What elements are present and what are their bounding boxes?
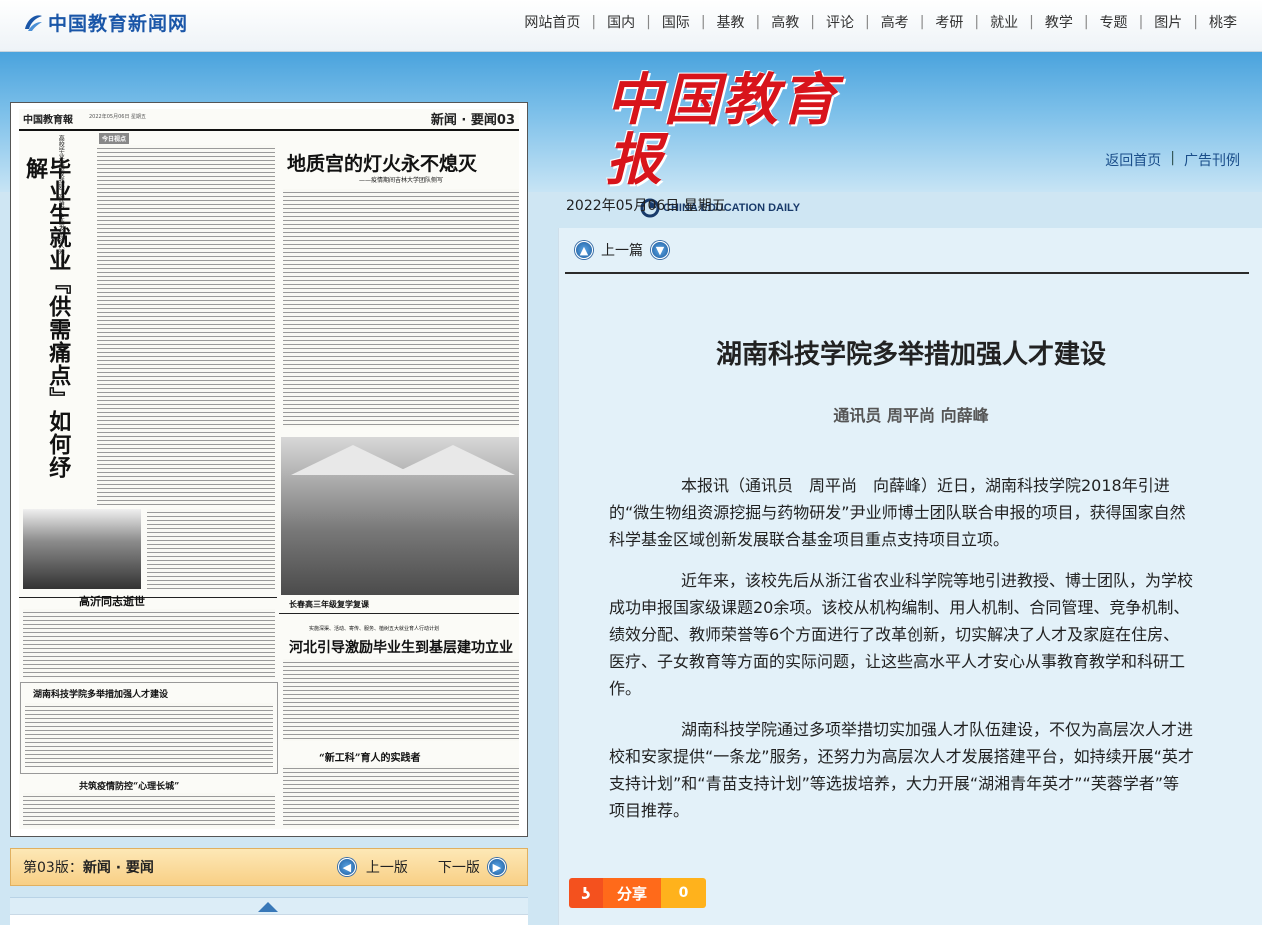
nav-taoli[interactable]: 桃李	[1198, 12, 1248, 32]
arrow-up-icon: ▲	[575, 241, 593, 259]
newspaper-page: 中国教育報 2022年05月06日 星期五 新闻 · 要闻03 高校毕业生感叹找…	[19, 109, 519, 829]
article-title: 湖南科技学院多举措加强人才建设	[715, 340, 1106, 370]
ad-rates-link[interactable]: 广告刊例	[1184, 150, 1240, 170]
article-author: 通讯员 周平尚 向薛峰	[833, 406, 989, 425]
top-bar: 中国教育新闻网 网站首页 | 国内 | 国际 | 基教 | 高教 | 评论 | 高考 | 考研…	[0, 0, 1262, 52]
hebei-text	[283, 659, 519, 741]
next-page-label: 下一版	[437, 860, 480, 876]
page-section-name: 新闻 · 要闻	[82, 860, 154, 876]
fire-story-subhead: ——疫情期间吉林大学团队侧写	[359, 177, 444, 184]
new-engineering-text	[283, 765, 519, 827]
photo-caption: 长春高三年级复学复课	[289, 599, 369, 609]
nav-pictures[interactable]: 图片	[1143, 12, 1193, 32]
share-icon: ʖ	[569, 878, 603, 908]
lead-story-text	[97, 145, 275, 505]
nav-higher-education[interactable]: 高教	[760, 12, 810, 32]
nav-topics[interactable]: 专题	[1089, 12, 1139, 32]
back-home-link[interactable]: 返回首页	[1105, 150, 1161, 170]
nav-domestic[interactable]: 国内	[596, 12, 646, 32]
header-links: 返回首页 | 广告刊例	[1105, 150, 1240, 170]
article-body: 本报讯（通讯员 周平尚 向薛峰）近日，湖南科技学院2018年引进的“微生物组资源…	[609, 472, 1194, 838]
page-number: 第03版：	[23, 860, 83, 876]
thumbnail-track	[10, 914, 528, 925]
article-paragraph: 湖南科技学院通过多项举措切实加强人才队伍建设，不仅为高层次人才进校和安家提供“一…	[609, 720, 1194, 820]
hebei-kicker: 实施深渠、活动、寄传、服务、植树五大就业育人行动计划	[309, 626, 440, 632]
share-button[interactable]: ʖ 分享 0	[569, 878, 706, 908]
article-paragraph: 近年来，该校先后从浙江省农业科学院等地引进教授、博士团队，为学校成功申报国家级课…	[609, 571, 1194, 698]
nav-home[interactable]: 网站首页	[513, 12, 591, 32]
article-paragraph: 本报讯（通讯员 周平尚 向薛峰）近日，湖南科技学院2018年引进的“微生物组资源…	[609, 476, 1186, 549]
campus-return-photo	[281, 437, 519, 595]
fire-story-headline[interactable]: 地质宫的灯火永不熄灭	[287, 149, 477, 176]
site-logo[interactable]: 中国教育新闻网	[22, 9, 188, 36]
epidemic-headline[interactable]: 共筑疫情防控“心理长城”	[79, 779, 179, 792]
new-engineering-headline[interactable]: “新工科”育人的实践者	[319, 749, 421, 764]
lead-story-photo	[23, 509, 141, 589]
nav-kaoyan[interactable]: 考研	[924, 12, 974, 32]
article-panel: ▲ 上一篇 ▼ 湖南科技学院多举措加强人才建设 通讯员 周平尚 向薛峰 本报讯（…	[558, 228, 1262, 925]
newspaper-page-image[interactable]: 中国教育報 2022年05月06日 星期五 新闻 · 要闻03 高校毕业生感叹找…	[10, 102, 528, 837]
thumbnail-strip[interactable]	[10, 897, 528, 925]
nav-teaching[interactable]: 教学	[1034, 12, 1084, 32]
nav-basic-education[interactable]: 基教	[706, 12, 756, 32]
nav-gaokao[interactable]: 高考	[870, 12, 920, 32]
header-link-separator: |	[1170, 150, 1175, 166]
paper-top-rule	[19, 129, 519, 131]
nav-commentary[interactable]: 评论	[815, 12, 865, 32]
arrow-left-icon: ◀	[337, 858, 356, 876]
lead-story-text	[147, 509, 275, 589]
hunan-article-headline[interactable]: 湖南科技学院多举措加强人才建设	[33, 687, 168, 700]
main-nav: 网站首页 | 国内 | 国际 | 基教 | 高教 | 评论 | 高考 | 考研 | 就业 | 教学…	[513, 12, 1248, 32]
paper-masthead: 中国教育報	[23, 115, 73, 126]
paper-rule	[279, 613, 519, 614]
prev-page-label: 上一版	[365, 860, 408, 876]
issue-date: 2022年05月06日 星期五	[566, 198, 726, 214]
hunan-article-text	[25, 703, 273, 767]
prev-article-label: 上一篇	[601, 243, 643, 259]
photo-tent	[391, 445, 515, 475]
fire-story-text	[283, 189, 519, 427]
nav-employment[interactable]: 就业	[979, 12, 1029, 32]
prev-article-button[interactable]: ▲ 上一篇 ▼	[575, 240, 669, 260]
paper-rule	[19, 597, 277, 598]
paper-tag: 今日视点	[99, 133, 130, 144]
paper-date: 2022年05月06日 星期五	[89, 114, 147, 120]
nav-international[interactable]: 国际	[651, 12, 701, 32]
paper-section: 新闻 · 要闻03	[430, 113, 515, 128]
obit-headline[interactable]: 高沂同志逝世	[79, 593, 145, 609]
newspaper-masthead: 中国教育报 CHINA EDUCATION DAILY	[606, 70, 846, 218]
hebei-headline[interactable]: 河北引导激励毕业生到基层建功立业	[289, 637, 513, 657]
page-version-label: 第03版：新闻 · 要闻	[23, 857, 154, 877]
arrow-right-icon: ▶	[487, 858, 506, 876]
article-divider	[565, 272, 1249, 274]
scroll-up-icon[interactable]	[258, 902, 278, 912]
epidemic-text	[23, 793, 275, 827]
share-label: 分享	[603, 878, 661, 908]
lead-story-headline[interactable]: 毕业生就业『供需痛点』如何纾解	[22, 157, 71, 487]
share-count: 0	[661, 878, 706, 908]
obit-text	[23, 609, 275, 679]
page-version-bar: 第03版：新闻 · 要闻 ◀ 上一版 下一版 ▶	[10, 848, 528, 886]
next-page-button[interactable]: 下一版 ▶	[438, 857, 506, 877]
site-logo-text: 中国教育新闻网	[48, 13, 189, 35]
site-logo-icon	[25, 14, 42, 31]
prev-page-button[interactable]: ◀ 上一版	[337, 857, 408, 877]
arrow-down-icon[interactable]: ▼	[651, 241, 669, 259]
masthead-title: 中国教育报	[606, 67, 838, 193]
